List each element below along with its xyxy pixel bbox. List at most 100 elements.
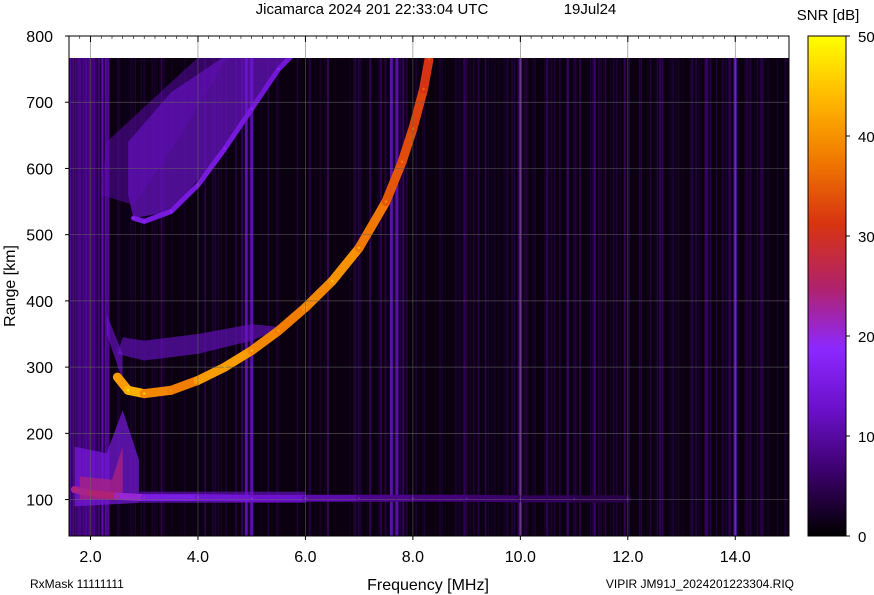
noise-streak: [491, 58, 493, 536]
noise-streak: [656, 58, 659, 536]
noise-streak: [369, 58, 372, 536]
noise-streak: [573, 58, 575, 536]
noise-streak: [70, 58, 71, 536]
colorbar-tick-label: 10: [858, 429, 874, 446]
noise-streak: [441, 58, 444, 536]
trace-point: [169, 210, 173, 213]
noise-streak: [502, 58, 505, 536]
noise-streak: [493, 58, 496, 536]
noise-streak: [511, 58, 514, 536]
noise-streak: [240, 58, 243, 536]
noise-streak: [459, 58, 461, 536]
noise-streak: [612, 58, 615, 536]
colorbar-tick-label: 20: [858, 329, 874, 346]
noise-streak: [616, 58, 617, 536]
trace-point: [277, 67, 280, 71]
noise-streak: [677, 58, 680, 536]
noise-streak: [439, 58, 441, 536]
noise-streak: [784, 58, 786, 536]
noise-streak: [571, 58, 574, 536]
noise-streak: [422, 58, 423, 536]
noise-streak: [589, 58, 591, 536]
noise-streak: [278, 58, 280, 536]
trace-point: [400, 160, 404, 163]
trace-point: [250, 107, 253, 111]
colorbar-tick-label: 50: [858, 29, 874, 46]
noise-streak: [704, 58, 706, 536]
noise-streak: [548, 58, 550, 536]
noise-streak: [498, 58, 499, 536]
trace-point: [357, 497, 361, 500]
noise-streak: [527, 58, 529, 536]
y-tick-label: 200: [26, 426, 53, 443]
noise-streak: [248, 58, 251, 536]
noise-streak: [558, 58, 561, 536]
y-tick-label: 800: [26, 29, 53, 46]
noise-streak: [695, 58, 697, 536]
noise-streak: [786, 58, 788, 536]
trace-point: [132, 216, 135, 220]
noise-streak: [353, 58, 356, 536]
noise-streak: [534, 58, 537, 536]
noise-streak: [517, 58, 519, 536]
noise-streak: [746, 58, 749, 536]
trace-point: [223, 147, 226, 150]
noise-streak: [427, 58, 429, 536]
noise-streak: [650, 58, 652, 536]
noise-streak: [709, 58, 712, 536]
trace-point: [73, 488, 76, 491]
x-tick-label: 4.0: [187, 549, 209, 566]
interference-band: [389, 58, 393, 536]
trace-point: [331, 279, 334, 283]
noise-streak: [550, 58, 553, 536]
y-tick-label: 300: [26, 360, 53, 377]
noise-streak: [473, 58, 476, 536]
noise-streak: [487, 58, 489, 536]
noise-streak: [297, 58, 299, 536]
trace-point: [250, 349, 253, 352]
noise-streak: [721, 58, 723, 536]
chart-date: 19Jul24: [564, 1, 617, 18]
x-tick-label: 10.0: [505, 549, 536, 566]
footer-rxmask: RxMask 11111111: [30, 577, 124, 591]
trace-point: [357, 246, 361, 250]
noise-streak: [670, 58, 673, 536]
noise-streak: [523, 58, 526, 536]
noise-streak: [598, 58, 600, 536]
noise-streak: [609, 58, 611, 536]
noise-streak: [602, 58, 605, 536]
noise-streak: [469, 58, 472, 536]
noise-streak: [700, 58, 702, 536]
noise-streak: [366, 58, 368, 536]
noise-streak: [514, 58, 516, 536]
x-tick-label: 2.0: [79, 549, 101, 566]
interference-band: [244, 58, 248, 536]
trace-point: [427, 58, 431, 61]
noise-streak: [380, 58, 382, 536]
colorbar-ticks: 0 10 20 30 40 50: [846, 29, 874, 546]
colorbar-tick-label: 30: [858, 229, 874, 246]
noise-streak: [544, 58, 546, 536]
trace-point: [143, 392, 146, 395]
y-tick-label: 600: [26, 161, 53, 178]
noise-streak: [776, 58, 778, 536]
noise-streak: [377, 58, 380, 536]
noise-streak: [531, 58, 534, 536]
noise-streak: [72, 58, 74, 536]
noise-streak: [760, 58, 763, 536]
noise-streak: [744, 58, 746, 536]
trace-segment: [463, 494, 524, 503]
noise-streak: [619, 58, 621, 536]
noise-streak: [545, 58, 548, 536]
trace-point: [465, 497, 468, 500]
noise-streak: [260, 58, 262, 536]
noise-streak: [335, 58, 337, 536]
noise-streak: [675, 58, 677, 536]
y-tick-label: 100: [26, 493, 53, 510]
noise-streak: [480, 58, 482, 536]
trace-point: [384, 200, 388, 203]
noise-streak: [762, 58, 764, 536]
noise-streak: [360, 58, 361, 536]
x-tick-label: 12.0: [612, 549, 643, 566]
noise-streak: [659, 58, 661, 536]
